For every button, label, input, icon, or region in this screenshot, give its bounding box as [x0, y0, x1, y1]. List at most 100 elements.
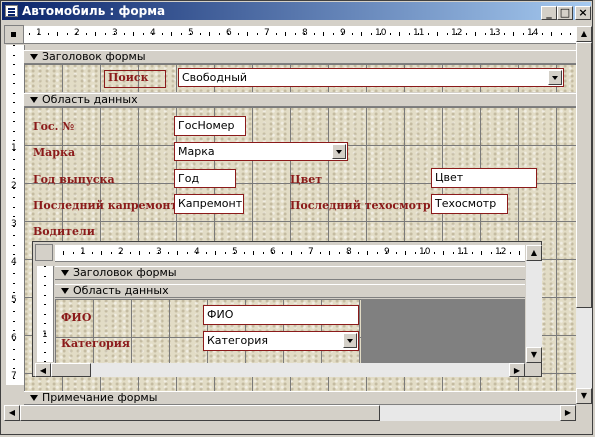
section-bar-header[interactable]: Заголовок формы — [24, 50, 576, 64]
ruler-tick — [28, 33, 30, 35]
section-arrow-icon — [30, 97, 38, 103]
ruler-tick — [281, 252, 283, 254]
ruler-number: 11 — [413, 28, 425, 38]
ruler-number: 10 — [419, 247, 431, 257]
ruler-number: 4 — [150, 28, 156, 38]
ruler-number: 5 — [11, 295, 17, 305]
fio-field[interactable]: ФИО — [203, 305, 359, 325]
main-vscroll-thumb[interactable] — [576, 42, 592, 308]
chevron-down-icon[interactable] — [332, 144, 346, 159]
gos-number-field[interactable]: ГосНомер — [174, 116, 246, 136]
detail-area[interactable]: Гос. № ГосНомер Марка Марка Год выпуска … — [24, 107, 576, 391]
main-vertical-scrollbar[interactable]: ▲ ▼ — [576, 26, 592, 404]
ruler-tick — [437, 32, 438, 36]
ruler-tick — [443, 251, 444, 255]
ruler-tick — [490, 252, 492, 254]
ruler-number: 10 — [375, 28, 387, 38]
ruler-number: 3 — [112, 28, 118, 38]
ruler-tick — [519, 251, 520, 255]
section-bar-footer[interactable]: Примечание формы — [24, 391, 576, 405]
ruler-tick — [44, 275, 46, 277]
ruler-tick — [323, 32, 324, 36]
ruler-number: 2 — [118, 247, 124, 257]
scroll-up-icon[interactable]: ▲ — [526, 245, 542, 261]
maximize-button[interactable]: □ — [557, 6, 573, 20]
drivers-subform[interactable]: 1 2 3 4 5 6 7 8 9 10 11 12 1 Заголовок формы Област… — [32, 241, 542, 377]
ruler-tick — [503, 33, 505, 35]
ruler-tick — [13, 111, 15, 113]
ruler-number: 5 — [188, 28, 194, 38]
color-field[interactable]: Цвет — [431, 168, 537, 188]
ruler-tick — [129, 252, 131, 254]
form-header-area[interactable]: Поиск Свободный — [24, 64, 576, 92]
ruler-tick — [481, 251, 482, 255]
minimize-button[interactable]: _ — [541, 6, 557, 20]
chevron-down-icon[interactable] — [343, 333, 357, 348]
ruler-tick — [44, 342, 46, 343]
ruler-tick — [139, 251, 140, 255]
ruler-tick — [63, 251, 64, 255]
ruler-tick — [47, 33, 49, 35]
marka-combo[interactable]: Марка — [174, 142, 348, 161]
ruler-number: 4 — [194, 247, 200, 257]
scroll-up-icon[interactable]: ▲ — [576, 26, 592, 42]
subform-section-bar-detail[interactable]: Область данных — [55, 284, 525, 298]
form-icon — [5, 5, 18, 17]
ruler-tick — [332, 33, 334, 35]
subform-horizontal-ruler[interactable]: 1 2 3 4 5 6 7 8 9 10 11 12 — [55, 245, 525, 262]
ruler-tick — [570, 33, 571, 35]
last-repair-field[interactable]: Капремонт — [174, 194, 244, 214]
ruler-tick — [44, 313, 46, 315]
category-combo-value: Категория — [207, 334, 268, 347]
title-bar[interactable]: Автомобиль : форма _ □ × — [2, 2, 591, 20]
search-combo[interactable]: Свободный — [178, 68, 564, 87]
scroll-right-icon[interactable]: ▶ — [560, 405, 576, 421]
scroll-right-icon[interactable]: ▶ — [509, 363, 525, 377]
main-hscroll-thumb[interactable] — [20, 405, 380, 421]
ruler-tick — [13, 178, 15, 179]
section-bar-detail[interactable]: Область данных — [24, 93, 576, 107]
ruler-tick — [205, 252, 207, 254]
scroll-down-icon[interactable]: ▼ — [576, 388, 592, 404]
vertical-ruler[interactable]: 1 2 3 4 5 6 7 — [6, 45, 25, 385]
subform-vertical-ruler[interactable]: 1 — [37, 266, 54, 362]
scroll-down-icon[interactable]: ▼ — [526, 347, 542, 363]
window-title: Автомобиль : форма — [22, 4, 166, 18]
ruler-tick — [285, 32, 286, 36]
subform-hscroll-thumb[interactable] — [51, 363, 91, 377]
ruler-number: 13 — [489, 28, 501, 38]
ruler-tick — [509, 252, 511, 254]
ruler-tick — [319, 252, 321, 254]
ruler-tick — [433, 252, 435, 254]
chevron-down-icon[interactable] — [548, 70, 562, 85]
ruler-tick — [275, 33, 277, 35]
ruler-number: 14 — [527, 28, 539, 38]
section-arrow-icon — [61, 288, 69, 294]
ruler-tick — [180, 33, 182, 35]
horizontal-ruler[interactable]: 1 2 3 4 5 6 7 8 9 10 11 12 13 14 — [24, 26, 576, 44]
fio-label: ФИО — [61, 311, 92, 324]
ruler-tick — [513, 32, 514, 36]
ruler-tick — [13, 159, 15, 160]
year-field[interactable]: Год — [174, 169, 236, 188]
last-inspection-field[interactable]: Техосмотр — [431, 194, 508, 214]
scroll-left-icon[interactable]: ◀ — [35, 363, 51, 377]
ruler-tick — [13, 54, 15, 56]
ruler-tick — [13, 349, 15, 350]
subform-horizontal-scrollbar[interactable]: ◀ ▶ — [35, 363, 525, 377]
subform-section-bar-header[interactable]: Заголовок формы — [55, 266, 525, 280]
close-button[interactable]: × — [575, 6, 591, 20]
ruler-tick — [57, 32, 58, 36]
size-grip[interactable] — [576, 405, 592, 421]
year-label: Год выпуска — [33, 173, 115, 186]
subform-selector[interactable] — [35, 244, 53, 261]
subform-detail-area[interactable]: ФИО ФИО Категория Категория — [55, 299, 361, 363]
ruler-tick — [256, 33, 258, 35]
subform-vertical-scrollbar[interactable]: ▲ ▼ — [526, 245, 542, 363]
ruler-tick — [291, 251, 292, 255]
form-selector[interactable] — [4, 25, 24, 44]
scroll-left-icon[interactable]: ◀ — [4, 405, 20, 421]
main-horizontal-scrollbar[interactable]: ◀ ▶ — [4, 405, 576, 421]
ruler-number: 2 — [11, 181, 17, 191]
category-combo[interactable]: Категория — [203, 331, 359, 351]
